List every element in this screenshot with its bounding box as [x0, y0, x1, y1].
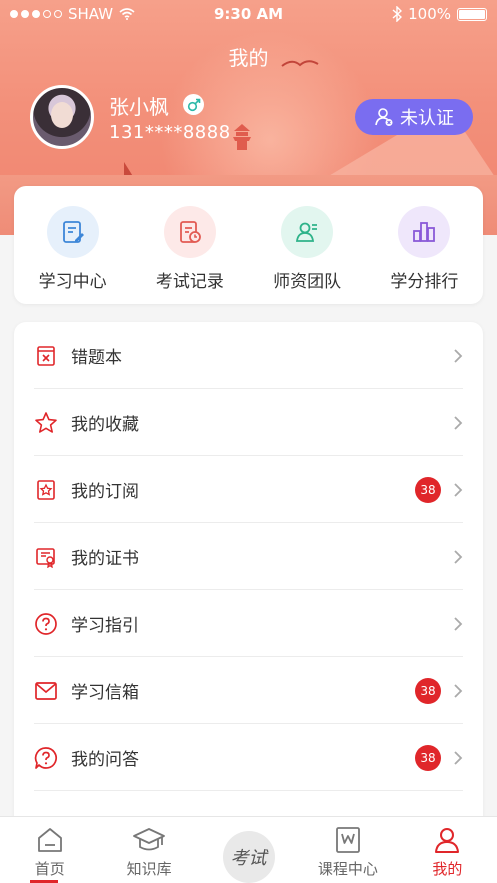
course-center-icon: [336, 827, 360, 853]
chevron-right-icon: [454, 616, 463, 631]
study-center-icon: [46, 206, 99, 258]
exam-tab-label: 考试: [230, 848, 267, 869]
quick-nav-label: 学分排行: [390, 272, 459, 292]
pagoda-decoration: [233, 124, 251, 150]
menu-item-label: 我的证书: [71, 549, 139, 569]
menu-item-label: 学习指引: [71, 616, 139, 636]
quick-nav-label: 师资团队: [273, 272, 342, 292]
quick-nav-credit-rank[interactable]: 学分排行: [366, 186, 483, 304]
tab-label: 课程中心: [317, 860, 378, 878]
user-name: 张小枫: [109, 95, 169, 119]
chevron-right-icon: [454, 482, 463, 497]
tab-home[interactable]: 首页: [0, 817, 99, 883]
certificate-icon: [34, 545, 58, 569]
tab-exam[interactable]: 考试: [199, 817, 298, 883]
menu-item-favorites[interactable]: 我的收藏: [14, 389, 483, 456]
teacher-team-icon: [281, 206, 334, 258]
chevron-right-icon: [454, 415, 463, 430]
mail-icon: [34, 679, 58, 703]
quick-nav-study-center[interactable]: 学习中心: [14, 186, 131, 304]
menu-item-subscriptions[interactable]: 我的订阅 38: [14, 456, 483, 523]
battery-icon: [457, 7, 487, 21]
menu-item-wrong-book[interactable]: 错题本: [14, 322, 483, 389]
male-gender-icon: [183, 94, 204, 115]
tab-label: 我的: [432, 860, 463, 878]
credit-rank-icon: [398, 206, 451, 258]
user-unverified-icon: [375, 108, 393, 126]
qa-bubble-icon: [34, 746, 58, 770]
quick-nav-exam-record[interactable]: 考试记录: [131, 186, 248, 304]
star-icon: [34, 411, 58, 435]
verify-label: 未认证: [400, 108, 454, 129]
menu-item-mailbox[interactable]: 学习信箱 38: [14, 657, 483, 724]
menu-item-label: 我的订阅: [71, 482, 139, 502]
user-icon: [435, 828, 460, 853]
subscription-icon: [34, 478, 58, 502]
menu-item-label: 错题本: [71, 348, 122, 368]
battery-percent: 100%: [408, 5, 451, 23]
notification-badge: 38: [415, 677, 441, 704]
menu-list: 错题本 我的收藏 我的订阅 38 我的证书 学习指引 学习信箱 38 我的问答 …: [14, 322, 483, 832]
menu-item-study-guide[interactable]: 学习指引: [14, 590, 483, 657]
tab-label: 知识库: [126, 860, 172, 878]
status-bar: SHAW 9:30 AM 100%: [0, 0, 497, 28]
graduation-cap-icon: [133, 828, 166, 851]
menu-item-certificates[interactable]: 我的证书: [14, 523, 483, 590]
menu-item-label: 学习信箱: [71, 683, 139, 703]
question-circle-icon: [34, 612, 58, 636]
quick-nav: 学习中心 考试记录 师资团队 学分排行: [14, 186, 483, 304]
tab-course-center[interactable]: 课程中心: [298, 817, 397, 883]
avatar[interactable]: [30, 85, 94, 149]
menu-item-qa[interactable]: 我的问答 38: [14, 724, 483, 791]
exam-record-icon: [163, 206, 216, 258]
verify-button[interactable]: 未认证: [355, 99, 473, 135]
quick-nav-teacher-team[interactable]: 师资团队: [249, 186, 366, 304]
quick-nav-label: 考试记录: [155, 272, 224, 292]
tab-knowledge-base[interactable]: 知识库: [99, 817, 198, 883]
home-icon: [37, 828, 62, 852]
quick-nav-label: 学习中心: [38, 272, 107, 292]
wrong-book-icon: [34, 344, 58, 368]
exam-icon: 考试: [222, 831, 275, 883]
chevron-right-icon: [454, 683, 463, 698]
bluetooth-icon: [392, 6, 403, 22]
tab-mine[interactable]: 我的: [398, 817, 497, 883]
menu-item-label: 我的收藏: [71, 415, 139, 435]
tab-label: 首页: [34, 860, 65, 878]
page-title: 我的: [228, 46, 269, 70]
notification-badge: 38: [415, 744, 441, 771]
tab-bar: 首页 知识库 考试 课程中心 我的: [0, 816, 497, 883]
user-phone: 131****8888: [109, 122, 231, 143]
chevron-right-icon: [454, 549, 463, 564]
notification-badge: 38: [415, 476, 441, 503]
chevron-right-icon: [454, 750, 463, 765]
menu-item-label: 我的问答: [71, 750, 139, 770]
chevron-right-icon: [454, 348, 463, 363]
